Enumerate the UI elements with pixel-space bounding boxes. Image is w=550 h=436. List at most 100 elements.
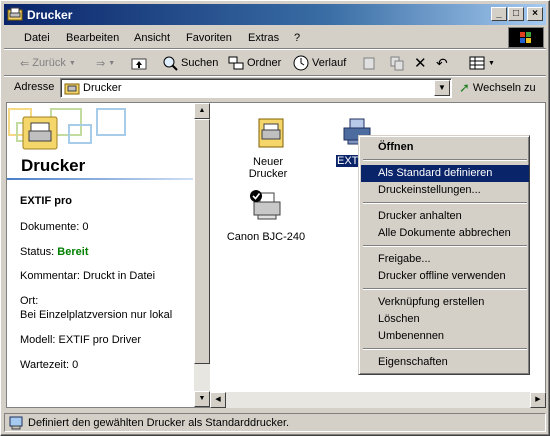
menu-datei[interactable]: Datei xyxy=(24,32,50,44)
forward-arrow-icon: ⇒ xyxy=(96,57,106,70)
vertical-scrollbar[interactable]: ▲ ▼ xyxy=(194,102,210,408)
search-button[interactable]: Suchen xyxy=(162,54,218,72)
model: Modell: EXTIF pro Driver xyxy=(20,334,142,346)
menu-separator xyxy=(4,48,546,50)
status-text: Definiert den gewählten Drucker als Stan… xyxy=(28,417,290,429)
icon-label: Neuer Drucker xyxy=(248,156,288,180)
address-dropdown-button[interactable]: ▼ xyxy=(434,80,450,96)
panel-heading: Drucker xyxy=(21,156,86,175)
menu-separator xyxy=(363,245,527,247)
address-field[interactable]: Drucker ▼ xyxy=(60,78,452,98)
chevron-down-icon: ▼ xyxy=(488,59,495,67)
views-button[interactable]: ▼ xyxy=(469,54,495,72)
close-button[interactable]: × xyxy=(527,7,543,21)
maximize-button[interactable]: □ xyxy=(508,7,524,21)
default-printer-icon xyxy=(250,190,281,220)
address-label: Adresse xyxy=(14,81,55,93)
folders-label: Ordner xyxy=(247,57,282,69)
status-value: Bereit xyxy=(57,246,89,258)
copy-to-icon xyxy=(390,56,404,71)
menu-printing-preferences[interactable]: Druckeinstellungen... xyxy=(361,182,529,199)
menu-create-shortcut[interactable]: Verknüpfung erstellen xyxy=(361,294,529,311)
folder-up-icon xyxy=(131,58,147,70)
location-value: Bei Einzelplatzversion nur lokal xyxy=(20,309,173,321)
scroll-down-button[interactable]: ▼ xyxy=(194,391,210,407)
menu-delete[interactable]: Löschen xyxy=(361,311,529,328)
menu-use-offline[interactable]: Drucker offline verwenden xyxy=(361,268,529,285)
menu-cancel-all-documents[interactable]: Alle Dokumente abbrechen xyxy=(361,225,529,242)
status-bar: Definiert den gewählten Drucker als Stan… xyxy=(4,412,546,432)
scroll-up-button[interactable]: ▲ xyxy=(194,103,210,119)
toolbar: ⇐ Zurück ▼ ⇒ ▼ Suchen Ordner Verlauf ✕ ↶… xyxy=(4,51,546,75)
undo-button[interactable]: ↶ xyxy=(436,54,448,72)
documents-count: Dokumente: 0 xyxy=(20,221,89,233)
address-value: Drucker xyxy=(83,82,122,94)
back-arrow-icon: ⇐ xyxy=(20,57,30,70)
status-panel: Definiert den gewählten Drucker als Stan… xyxy=(4,413,546,432)
windows-logo xyxy=(508,27,544,48)
menu-separator xyxy=(363,348,527,350)
menu-set-default[interactable]: Als Standard definieren xyxy=(361,165,529,182)
history-button[interactable]: Verlauf xyxy=(293,54,346,72)
menu-help[interactable]: ? xyxy=(294,32,300,44)
back-button[interactable]: ⇐ Zurück ▼ xyxy=(20,54,76,72)
printer-folder-icon xyxy=(64,83,80,95)
views-icon xyxy=(469,56,485,70)
scroll-thumb[interactable] xyxy=(194,119,210,364)
icon-canon-printer[interactable]: Canon BJC-240 xyxy=(226,189,306,245)
menu-favoriten[interactable]: Favoriten xyxy=(186,32,232,44)
go-arrow-icon: ➚ xyxy=(459,80,470,95)
scroll-left-button[interactable]: ◀ xyxy=(210,392,226,408)
printer-name: EXTIF pro xyxy=(20,195,72,207)
status-line: Status: Bereit xyxy=(20,246,88,258)
chevron-down-icon: ▼ xyxy=(68,59,76,67)
scroll-right-button[interactable]: ▶ xyxy=(530,392,546,408)
info-pane: Drucker EXTIF pro Dokumente: 0 Status: B… xyxy=(6,102,194,408)
delete-icon: ✕ xyxy=(414,55,427,72)
printer-status-icon xyxy=(9,416,23,430)
minimize-button[interactable]: _ xyxy=(491,7,507,21)
menu-bar: Datei Bearbeiten Ansicht Favoriten Extra… xyxy=(4,28,504,48)
move-to-icon xyxy=(363,57,375,70)
up-button[interactable] xyxy=(131,54,147,72)
go-button[interactable]: ➚ Wechseln zu xyxy=(459,79,536,97)
undo-icon: ↶ xyxy=(436,54,448,71)
menu-properties[interactable]: Eigenschaften xyxy=(361,354,529,371)
menu-bearbeiten[interactable]: Bearbeiten xyxy=(66,32,119,44)
printer-folder-icon xyxy=(7,7,23,21)
history-icon xyxy=(293,55,309,71)
chevron-down-icon: ▼ xyxy=(108,59,116,67)
menu-extras[interactable]: Extras xyxy=(248,32,279,44)
wait-time: Wartezeit: 0 xyxy=(20,359,79,371)
back-label: Zurück xyxy=(32,57,66,69)
move-to-button[interactable] xyxy=(362,54,378,72)
status-label: Status: xyxy=(20,246,58,258)
menu-separator xyxy=(363,202,527,204)
location-label: Ort: xyxy=(20,295,39,307)
heading-underline xyxy=(7,178,193,180)
icon-new-printer[interactable]: Neuer Drucker xyxy=(235,117,305,180)
menu-open[interactable]: Öffnen xyxy=(361,139,529,156)
copy-to-button[interactable] xyxy=(389,54,405,72)
delete-button[interactable]: ✕ xyxy=(414,54,427,72)
horizontal-scrollbar[interactable]: ◀ ▶ xyxy=(210,392,546,408)
window-title: Drucker xyxy=(27,8,73,22)
menu-separator xyxy=(363,159,527,161)
forward-button[interactable]: ⇒ ▼ xyxy=(96,54,115,72)
context-menu: Öffnen Als Standard definieren Druckeins… xyxy=(358,135,530,375)
menu-ansicht[interactable]: Ansicht xyxy=(134,32,170,44)
folders-button[interactable]: Ordner xyxy=(228,54,281,72)
search-icon xyxy=(163,56,178,71)
icon-label: Canon BJC-240 xyxy=(226,231,306,243)
comment: Kommentar: Druckt in Datei xyxy=(20,270,156,282)
menu-separator xyxy=(363,288,527,290)
menu-sharing[interactable]: Freigabe... xyxy=(361,251,529,268)
menu-rename[interactable]: Umbenennen xyxy=(361,328,529,345)
history-label: Verlauf xyxy=(312,57,347,69)
title-bar[interactable]: Drucker _ □ × xyxy=(4,4,546,25)
address-bar: Adresse Drucker ▼ ➚ Wechseln zu xyxy=(4,77,546,99)
folders-icon xyxy=(228,56,244,70)
go-label: Wechseln zu xyxy=(472,82,536,94)
menu-pause-printer[interactable]: Drucker anhalten xyxy=(361,208,529,225)
add-printer-icon xyxy=(258,118,284,148)
